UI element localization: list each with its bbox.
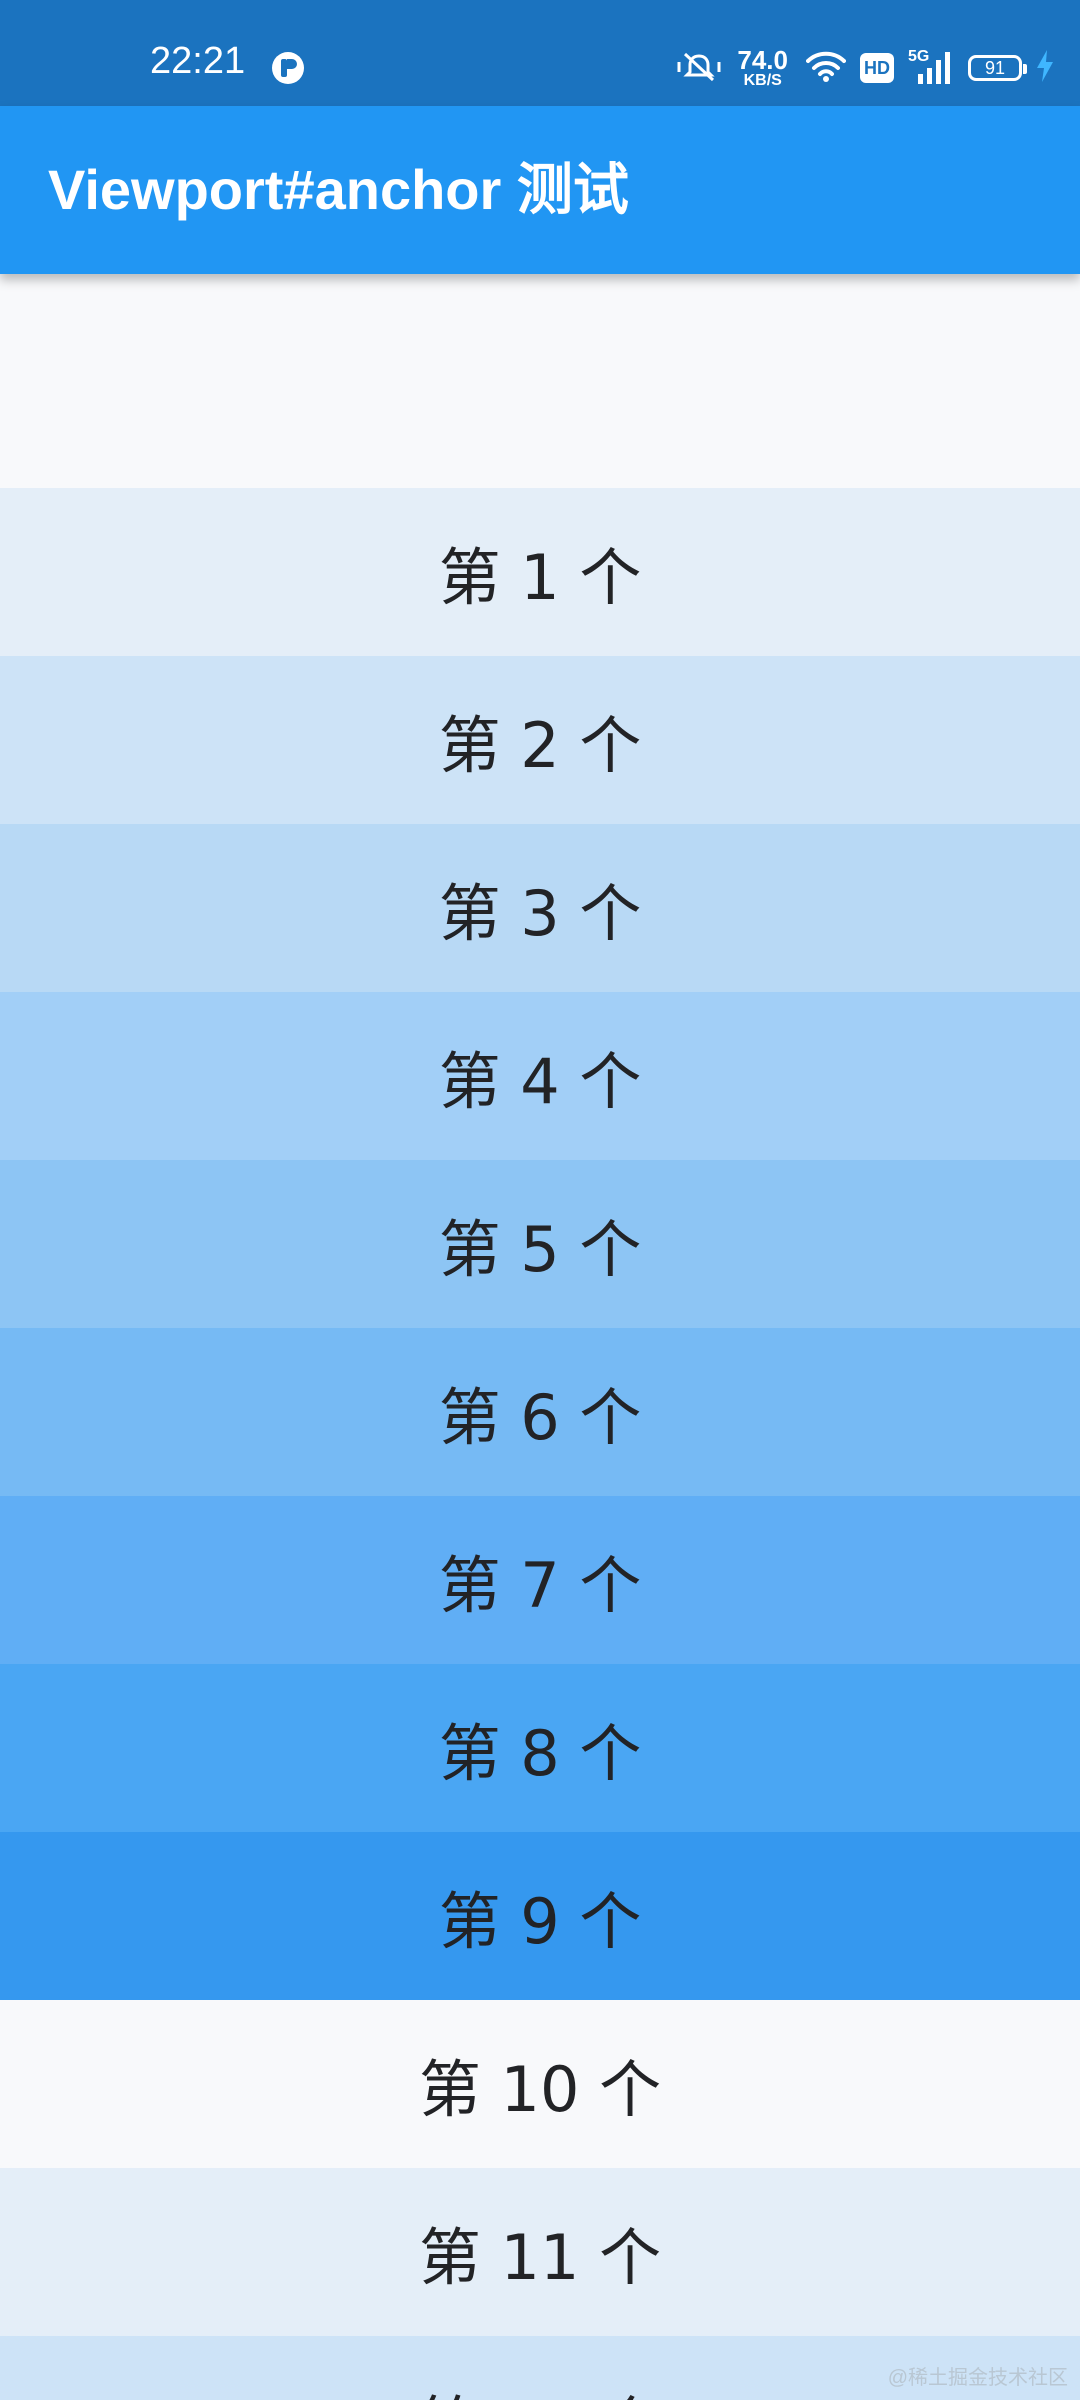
network-speed-value: 74.0 [737, 45, 788, 75]
list-leading-space [0, 274, 1080, 488]
network-speed: 74.0 KB/S [737, 47, 788, 89]
status-icons: 74.0 KB/S HD 5G 91 [675, 44, 1054, 92]
list-item[interactable]: 第 5 个 [0, 1160, 1080, 1328]
list-item[interactable]: 第 1 个 [0, 488, 1080, 656]
app-notification-icon [270, 50, 306, 86]
list-item[interactable]: 第 2 个 [0, 656, 1080, 824]
list-item-label: 第 4 个 [438, 1045, 642, 1118]
hd-badge: HD [860, 53, 894, 83]
page-title: Viewport#anchor 测试 [48, 158, 629, 221]
list-item-label: 第 5 个 [438, 1213, 642, 1286]
list-item-label: 第 3 个 [438, 877, 642, 950]
list-item-label: 第 2 个 [438, 709, 642, 782]
list-item-label: 第 9 个 [438, 1885, 642, 1958]
list-item-label: 第 8 个 [438, 1717, 642, 1790]
list-item[interactable]: 第 7 个 [0, 1496, 1080, 1664]
list-container: 第 1 个第 2 个第 3 个第 4 个第 5 个第 6 个第 7 个第 8 个… [0, 488, 1080, 2400]
list-item[interactable]: 第 9 个 [0, 1832, 1080, 2000]
list-item-label: 第 12 个 [419, 2375, 661, 2400]
watermark: @稀土掘金技术社区 [887, 2367, 1068, 2389]
wifi-icon [806, 49, 846, 88]
list-item[interactable]: 第 10 个 [0, 2000, 1080, 2168]
status-time: 22:21 [150, 40, 246, 82]
list-item[interactable]: 第 4 个 [0, 992, 1080, 1160]
viewport-list[interactable]: 第 1 个第 2 个第 3 个第 4 个第 5 个第 6 个第 7 个第 8 个… [0, 274, 1080, 2400]
list-item[interactable]: 第 8 个 [0, 1664, 1080, 1832]
list-item[interactable]: 第 6 个 [0, 1328, 1080, 1496]
network-speed-unit: KB/S [743, 72, 782, 89]
cellular-signal-icon: 5G [908, 48, 954, 86]
mute-vibrate-icon [675, 48, 723, 89]
battery-icon: 91 [968, 55, 1027, 81]
list-item-label: 第 7 个 [438, 1549, 642, 1622]
list-item[interactable]: 第 3 个 [0, 824, 1080, 992]
list-item-label: 第 11 个 [418, 2221, 662, 2294]
app-bar: Viewport#anchor 测试 [0, 106, 1080, 274]
list-item-label: 第 1 个 [438, 541, 642, 614]
list-item[interactable]: 第 11 个 [0, 2168, 1080, 2336]
list-item-label: 第 6 个 [438, 1381, 642, 1454]
battery-level: 91 [984, 57, 1006, 78]
status-bar: 22:21 74.0 KB/S HD 5G 91 [0, 0, 1080, 106]
charging-bolt-icon [1036, 49, 1054, 87]
list-item-label: 第 10 个 [418, 2053, 662, 2126]
